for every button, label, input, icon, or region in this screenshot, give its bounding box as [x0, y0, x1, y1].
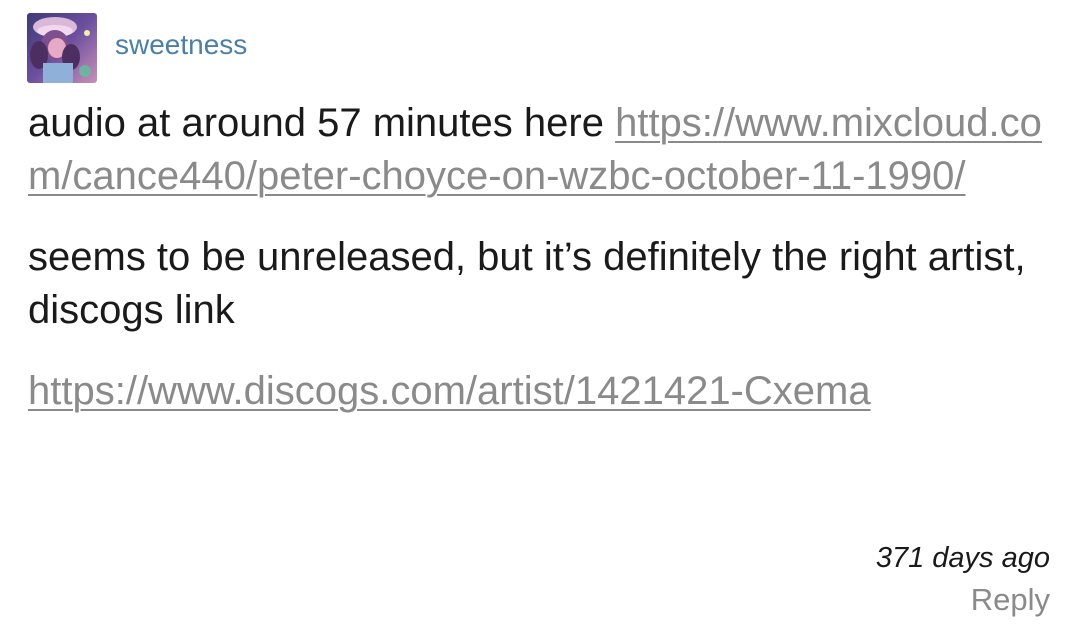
comment-card: sweetness audio at around 57 minutes her… — [0, 0, 1075, 629]
comment-header: sweetness — [27, 13, 247, 83]
comment-paragraph-3: https://www.discogs.com/artist/1421421-C… — [28, 365, 1058, 418]
reply-button[interactable]: Reply — [876, 578, 1050, 622]
username-link[interactable]: sweetness — [115, 29, 247, 61]
comment-paragraph-2: seems to be unreleased, but it’s definit… — [28, 235, 1026, 332]
comment-body: audio at around 57 minutes here https://… — [28, 97, 1058, 418]
comment-paragraph-1: audio at around 57 minutes here https://… — [28, 97, 1058, 203]
comment-footer: 371 days ago Reply — [876, 538, 1050, 622]
discogs-link[interactable]: https://www.discogs.com/artist/1421421-C… — [28, 369, 871, 413]
avatar[interactable] — [27, 13, 97, 83]
timestamp: 371 days ago — [875, 542, 1050, 574]
paragraph-text: audio at around 57 minutes here — [28, 101, 616, 145]
user-avatar-image — [27, 13, 97, 83]
